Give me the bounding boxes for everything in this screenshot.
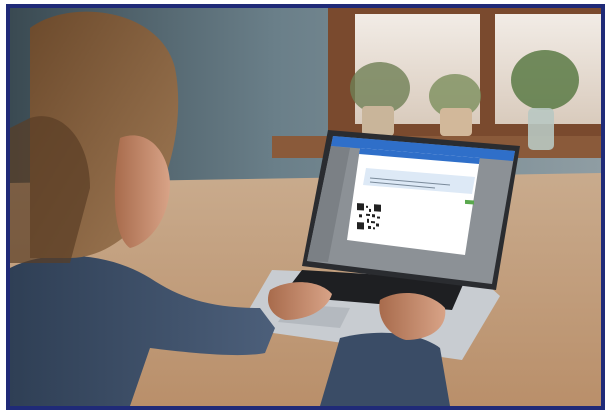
modal-dialog <box>347 148 480 255</box>
photo-frame <box>6 4 605 410</box>
photo-scene <box>10 8 601 406</box>
person-arm <box>320 332 450 406</box>
modal-button[interactable] <box>465 199 474 205</box>
qr-code <box>356 202 382 232</box>
laptop-screen <box>307 136 515 284</box>
